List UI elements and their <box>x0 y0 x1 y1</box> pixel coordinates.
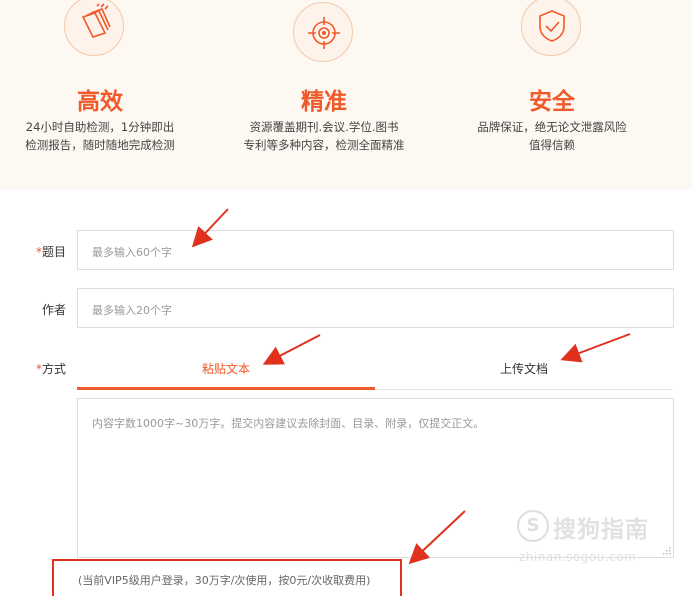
content-placeholder: 内容字数1000字~30万字。提交内容建议去除封面、目录、附录，仅提交正文。 <box>92 417 485 430</box>
feature-desc-line: 资源覆盖期刊.会议.学位.图书 <box>249 120 399 134</box>
watermark-text: 搜狗指南 <box>553 517 649 543</box>
vip-notice: (当前VIP5级用户登录，30万字/次使用，按0元/次收取费用) <box>78 574 371 587</box>
feature-description: 24小时自助检测，1分钟即出 检测报告，随时随地完成检测 <box>0 118 215 154</box>
title-label-text: 题目 <box>41 245 66 259</box>
author-input-placeholder: 最多输入20个字 <box>92 304 172 317</box>
feature-desc-line: 品牌保证，绝无论文泄露风险 <box>477 120 627 134</box>
title-input[interactable]: 最多输入60个字 <box>77 230 674 270</box>
title-label: *题目 <box>0 243 66 260</box>
author-label-text: 作者 <box>41 303 66 317</box>
crosshair-target-icon <box>308 17 340 49</box>
feature-title: 精准 <box>301 89 347 115</box>
feature-title: 高效 <box>77 89 123 115</box>
feature-icon-circle <box>64 0 124 56</box>
tab-upload-document[interactable]: 上传文档 <box>375 350 673 390</box>
sogou-logo-icon: S <box>517 510 549 542</box>
tab-paste-text[interactable]: 粘贴文本 <box>77 350 375 390</box>
feature-description: 资源覆盖期刊.会议.学位.图书 专利等多种内容，检测全面精准 <box>209 118 439 154</box>
document-stack-icon <box>81 3 111 38</box>
sogou-watermark: S 搜狗指南 zhinan.sogou.com <box>513 508 685 568</box>
feature-desc-line: 24小时自助检测，1分钟即出 <box>25 120 175 134</box>
features-band: 高效 24小时自助检测，1分钟即出 检测报告，随时随地完成检测 精准 资源覆盖期… <box>0 0 692 190</box>
feature-description: 品牌保证，绝无论文泄露风险 值得信赖 <box>437 118 667 154</box>
title-input-placeholder: 最多输入60个字 <box>92 246 172 259</box>
watermark-url: zhinan.sogou.com <box>519 550 637 564</box>
feature-title: 安全 <box>529 89 575 115</box>
method-label: *方式 <box>0 360 66 377</box>
method-label-text: 方式 <box>41 362 66 376</box>
method-tabs: 粘贴文本 上传文档 <box>77 350 674 390</box>
feature-desc-line: 检测报告，随时随地完成检测 <box>25 138 175 152</box>
feature-desc-line: 专利等多种内容，检测全面精准 <box>243 138 405 152</box>
shield-check-icon <box>539 10 565 42</box>
author-label: 作者 <box>0 301 66 318</box>
feature-desc-line: 值得信赖 <box>529 138 575 152</box>
feature-icon-circle <box>521 0 581 56</box>
author-input[interactable]: 最多输入20个字 <box>77 288 674 328</box>
feature-icon-circle <box>293 2 353 62</box>
